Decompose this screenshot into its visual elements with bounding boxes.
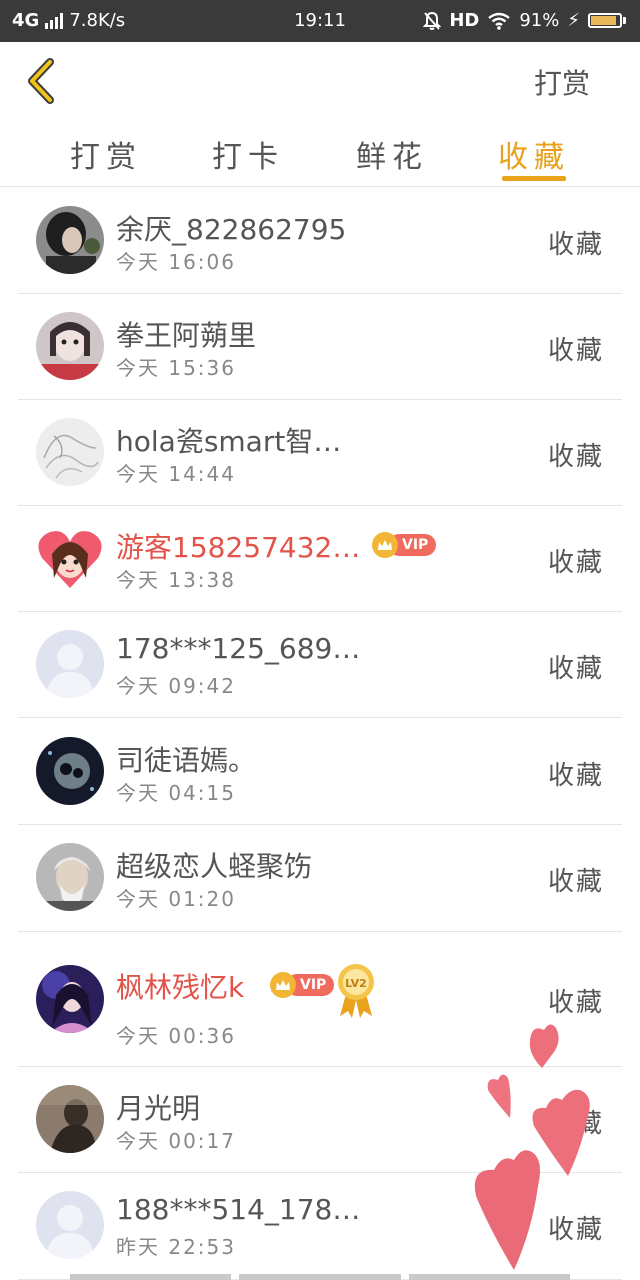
timestamp: 今天 09:42 bbox=[116, 674, 236, 698]
favorite-label: 收藏 bbox=[547, 442, 604, 472]
list-item[interactable]: 游客158257432… VIP 今天 13:38 收藏 bbox=[18, 506, 622, 612]
hd-indicator: HD bbox=[449, 10, 480, 31]
list-item[interactable]: 枫林残忆k VIP LV2 今天 00:36 收藏 bbox=[18, 932, 622, 1067]
timestamp: 今天 00:36 bbox=[116, 1024, 236, 1048]
favorite-label: 收藏 bbox=[547, 1215, 604, 1245]
list-item[interactable]: 余厌_822862795 今天 16:06 收藏 bbox=[18, 188, 622, 294]
header: 打赏 bbox=[0, 42, 640, 122]
favorite-label: 收藏 bbox=[547, 761, 604, 791]
favorite-label: 收藏 bbox=[547, 867, 604, 897]
user-name: 拳王阿蒴里 bbox=[116, 319, 257, 352]
user-name: 游客158257432… bbox=[116, 531, 361, 564]
timestamp: 昨天 22:53 bbox=[116, 1235, 236, 1259]
vip-badge: VIP bbox=[372, 532, 437, 558]
avatar bbox=[36, 630, 104, 698]
level-label: LV2 bbox=[345, 977, 367, 990]
tab-reward[interactable]: 打赏 bbox=[46, 132, 166, 176]
battery-percent: 91% bbox=[519, 10, 560, 31]
user-name: 178***125_689… bbox=[116, 632, 361, 665]
list-item[interactable]: 188***514_178… 昨天 22:53 收藏 bbox=[18, 1173, 622, 1280]
avatar bbox=[36, 965, 104, 1033]
avatar bbox=[36, 1191, 104, 1259]
crown-icon bbox=[372, 532, 398, 558]
back-button[interactable] bbox=[20, 56, 70, 106]
avatar bbox=[36, 418, 104, 486]
timestamp: 今天 14:44 bbox=[116, 462, 236, 486]
clock: 19:11 bbox=[294, 10, 346, 31]
user-name: hola瓷smart智… bbox=[116, 425, 342, 458]
timestamp: 今天 13:38 bbox=[116, 568, 236, 592]
tab-favorites[interactable]: 收藏 bbox=[474, 132, 594, 176]
avatar bbox=[36, 737, 104, 805]
avatar bbox=[36, 843, 104, 911]
avatar bbox=[36, 312, 104, 380]
tab-checkin[interactable]: 打卡 bbox=[188, 132, 308, 176]
level-medal-icon: LV2 bbox=[336, 962, 376, 1018]
avatar bbox=[36, 1085, 104, 1153]
favorites-list: 余厌_822862795 今天 16:06 收藏 拳王阿蒴里 今天 15:36 … bbox=[18, 188, 622, 1280]
timestamp: 今天 15:36 bbox=[116, 356, 236, 380]
bottom-scroll-indicator bbox=[70, 1274, 570, 1280]
favorite-label: 收藏 bbox=[547, 654, 604, 684]
list-item[interactable]: 超级恋人蛏聚饬 今天 01:20 收藏 bbox=[18, 825, 622, 932]
list-item[interactable]: 拳王阿蒴里 今天 15:36 收藏 bbox=[18, 294, 622, 400]
list-item[interactable]: 司徒语嫣。 今天 04:15 收藏 bbox=[18, 718, 622, 825]
battery-icon bbox=[588, 13, 626, 28]
reward-button[interactable]: 打赏 bbox=[534, 62, 590, 102]
vip-badge: VIP bbox=[270, 972, 335, 998]
favorite-label: 收藏 bbox=[547, 230, 604, 260]
bell-off-icon bbox=[423, 11, 442, 30]
status-bar: 4G 7.8K/s 19:11 HD 91% ⚡ bbox=[0, 0, 640, 42]
avatar bbox=[36, 524, 104, 592]
avatar bbox=[36, 206, 104, 274]
tab-bar: 打赏 打卡 鲜花 收藏 bbox=[0, 122, 640, 187]
favorite-label: 收藏 bbox=[547, 548, 604, 578]
user-name: 余厌_822862795 bbox=[116, 213, 347, 246]
favorite-label: 收藏 bbox=[547, 336, 604, 366]
crown-icon bbox=[270, 972, 296, 998]
tab-flowers[interactable]: 鲜花 bbox=[332, 132, 452, 176]
favorite-label: 收藏 bbox=[547, 988, 604, 1018]
wifi-icon bbox=[488, 12, 511, 30]
charging-icon: ⚡ bbox=[567, 10, 580, 31]
timestamp: 今天 01:20 bbox=[116, 887, 236, 911]
timestamp: 今天 04:15 bbox=[116, 781, 236, 805]
chevron-left-icon bbox=[28, 58, 54, 104]
user-name: 188***514_178… bbox=[116, 1193, 361, 1226]
favorite-label: 收藏 bbox=[547, 1109, 604, 1139]
timestamp: 今天 00:17 bbox=[116, 1129, 236, 1153]
user-name: 司徒语嫣。 bbox=[116, 744, 257, 777]
user-name: 超级恋人蛏聚饬 bbox=[116, 850, 313, 883]
user-name: 枫林残忆k bbox=[116, 971, 245, 1004]
list-item[interactable]: hola瓷smart智… 今天 14:44 收藏 bbox=[18, 400, 622, 506]
list-item[interactable]: 月光明 今天 00:17 收藏 bbox=[18, 1067, 622, 1173]
user-name: 月光明 bbox=[116, 1092, 201, 1125]
list-item[interactable]: 178***125_689… 今天 09:42 收藏 bbox=[18, 612, 622, 718]
active-tab-indicator bbox=[502, 176, 566, 181]
timestamp: 今天 16:06 bbox=[116, 250, 236, 274]
